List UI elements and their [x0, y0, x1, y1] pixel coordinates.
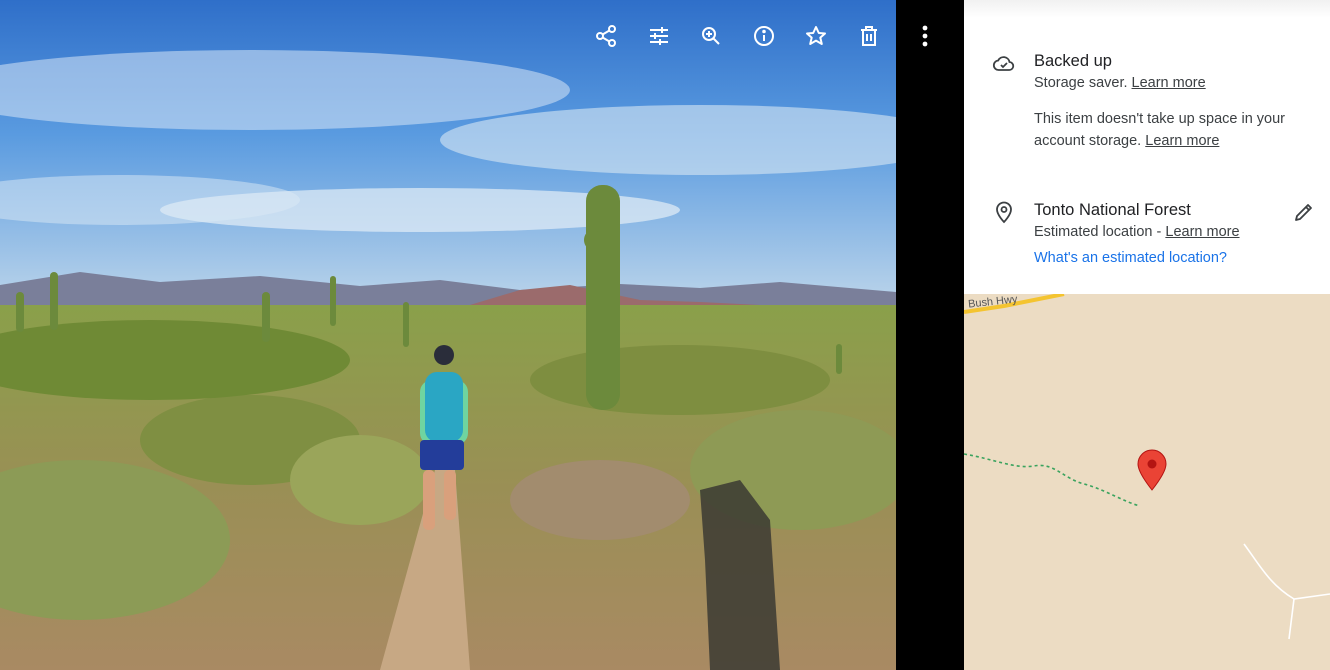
info-button[interactable]: [748, 20, 780, 52]
estimated-location-line: Estimated location - Learn more: [1034, 221, 1282, 243]
map-graphics: [964, 294, 1330, 640]
location-learn-more-link[interactable]: Learn more: [1165, 224, 1239, 240]
storage-note: This item doesn't take up space in your …: [1034, 108, 1310, 152]
favorite-button[interactable]: [800, 20, 832, 52]
panel-top-edge: [964, 0, 1330, 18]
cloud-done-icon: [992, 56, 1015, 71]
favorite-star-icon: [806, 26, 826, 45]
photo-viewer[interactable]: [0, 0, 896, 670]
zoom-in-icon: [702, 27, 720, 45]
info-icon: [753, 26, 774, 46]
desert-hiking-photo: [0, 0, 896, 670]
backup-learn-more-link[interactable]: Learn more: [1132, 75, 1206, 91]
delete-button[interactable]: [853, 20, 885, 52]
viewer-toolbar: [590, 20, 896, 52]
edit-location-button[interactable]: [1292, 200, 1316, 224]
stream-line: [1243, 543, 1330, 640]
zoom-button[interactable]: [695, 20, 727, 52]
storage-saver-text: Storage saver.: [1034, 75, 1132, 91]
estimated-location-text: Estimated location -: [1034, 224, 1166, 240]
backup-storage-line: Storage saver. Learn more: [1034, 72, 1310, 94]
trail-line: [964, 453, 1141, 507]
share-icon: [596, 25, 616, 47]
viewer-gutter: [896, 0, 964, 670]
share-button[interactable]: [590, 20, 622, 52]
pencil-icon: [1295, 204, 1312, 221]
delete-icon: [860, 26, 877, 46]
edit-button[interactable]: [643, 20, 675, 52]
info-panel: Backed up Storage saver. Learn more This…: [964, 0, 1330, 294]
location-name: Tonto National Forest: [1034, 201, 1191, 219]
location-map[interactable]: Bush Hwy: [964, 294, 1330, 670]
more-vert-icon: [922, 25, 928, 47]
map-marker-icon[interactable]: [1137, 449, 1167, 491]
more-options-button[interactable]: [910, 20, 940, 52]
estimated-location-help-link[interactable]: What's an estimated location?: [1034, 247, 1282, 269]
backup-status: Backed up: [1034, 52, 1112, 70]
storage-learn-more-link[interactable]: Learn more: [1145, 133, 1219, 149]
edit-adjust-icon: [649, 27, 668, 45]
location-pin-icon: [996, 201, 1012, 224]
